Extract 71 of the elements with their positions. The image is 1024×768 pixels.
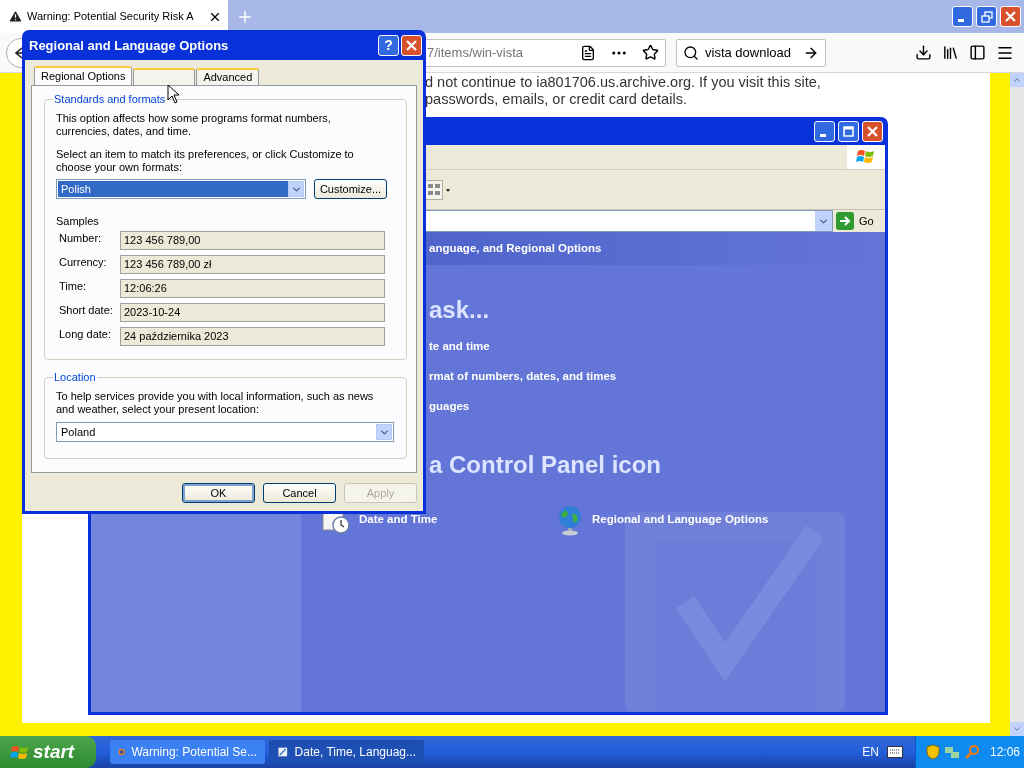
reader-view-icon[interactable] — [580, 44, 596, 61]
minimize-icon — [820, 133, 826, 137]
language-indicator[interactable]: EN — [862, 743, 879, 761]
download-icon[interactable] — [915, 44, 932, 61]
sample-value-field: 24 października 2023 — [120, 327, 385, 346]
minimize-icon — [958, 19, 964, 22]
minimize-button[interactable] — [814, 120, 835, 142]
close-icon — [1005, 11, 1016, 22]
task-link[interactable]: guages — [429, 398, 470, 414]
dialog-tab[interactable]: Regional Options — [34, 66, 133, 85]
maximize-icon — [843, 125, 854, 137]
sample-value-field: 123 456 789,00 — [120, 231, 385, 250]
search-icon — [683, 44, 699, 61]
go-button[interactable]: Go — [833, 210, 885, 232]
restore-icon — [980, 10, 993, 23]
sample-value-field: 123 456 789,00 zł — [120, 255, 385, 274]
sample-label: Long date: — [58, 327, 112, 341]
flag-logo-icon — [856, 148, 876, 166]
maximize-button[interactable] — [838, 120, 859, 142]
close-icon — [406, 39, 417, 51]
customize-button[interactable]: Customize... — [314, 179, 387, 199]
task-link[interactable]: te and time — [429, 338, 490, 354]
instruction-text: Select an item to match its preferences, or click Customize to choose your own formats: — [56, 148, 355, 174]
location-dropdown[interactable]: Poland — [56, 422, 394, 442]
icon-heading: a Control Panel icon — [428, 450, 663, 480]
globe-icon — [556, 504, 584, 536]
back-arrow-icon — [15, 46, 23, 59]
format-dropdown[interactable]: Polish — [56, 179, 306, 199]
group-legend: Location — [53, 371, 97, 384]
description-text: This option affects how some programs format numbers, currencies, dates, and time. — [56, 112, 332, 138]
dialog-tab[interactable]: Advanced — [196, 68, 260, 85]
dialog-button[interactable]: Cancel — [263, 483, 336, 503]
sidebar-icon[interactable] — [969, 44, 986, 61]
sample-label: Number: — [58, 231, 103, 245]
url-text: 7/items/win-vista — [427, 43, 525, 62]
sample-label: Currency: — [58, 255, 108, 269]
search-text: vista download — [705, 43, 792, 62]
samples-label: Samples — [56, 215, 100, 228]
close-icon — [867, 125, 878, 137]
window-title: Regional and Language Options — [29, 38, 230, 52]
taskbar-button[interactable]: Warning: Potential Se... — [110, 740, 265, 764]
sample-value-field: 12:06:26 — [120, 279, 385, 298]
close-button[interactable] — [1000, 6, 1021, 27]
warning-text: passwords, emails, or credit card details. — [425, 91, 688, 108]
dialog-tab[interactable] — [133, 68, 196, 85]
location-description: To help services provide you with local information, such as news and weather, select your present location: — [56, 390, 375, 416]
taskbar-button[interactable]: Date, Time, Languag... — [269, 740, 424, 764]
control-panel-item[interactable]: Regional and Language Options — [556, 504, 791, 536]
group-legend: Standards and formats — [53, 93, 167, 106]
task-link[interactable]: rmat of numbers, dates, and times — [429, 368, 617, 384]
task-heading: ask... — [428, 295, 491, 325]
minimize-button[interactable] — [952, 6, 973, 27]
tab-title: Warning: Potential Security Risk A — [27, 9, 195, 25]
start-button[interactable]: start — [0, 736, 96, 768]
sample-value-field: 2023-10-24 — [120, 303, 385, 322]
bookmark-star-icon[interactable] — [642, 44, 659, 61]
help-button[interactable]: ? — [378, 34, 399, 56]
keyboard-icon[interactable] — [887, 746, 903, 758]
dialog-button[interactable]: OK — [182, 483, 255, 503]
warning-text: d not continue to ia801706.us.archive.org. If you visit this site, — [425, 74, 822, 91]
library-icon[interactable] — [942, 44, 959, 61]
flag-logo-icon — [10, 745, 28, 759]
restore-button[interactable] — [976, 6, 997, 27]
sample-label: Short date: — [58, 303, 114, 317]
close-button[interactable] — [862, 120, 883, 142]
close-button[interactable] — [401, 34, 422, 56]
warning-icon — [8, 9, 23, 24]
shield-icon[interactable] — [926, 744, 940, 760]
sample-label: Time: — [58, 279, 88, 293]
search-field[interactable]: vista download — [676, 38, 826, 67]
clock: 12:06 — [990, 744, 1021, 761]
